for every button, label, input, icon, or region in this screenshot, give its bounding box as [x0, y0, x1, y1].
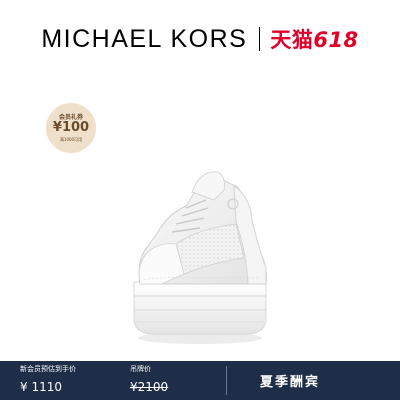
- member-price-value: ¥ 1110: [20, 380, 62, 394]
- tag-price-label: 吊牌价: [130, 365, 151, 373]
- sneaker-product-image[interactable]: [0, 0, 400, 360]
- price-divider: [226, 366, 227, 395]
- sole-platform: [133, 281, 267, 335]
- member-price-label: 新会员预估到手价: [20, 365, 76, 373]
- promo-label: 夏季酬宾: [260, 375, 321, 390]
- price-bar: 新会员预估到手价 ¥ 1110 吊牌价 ¥2100 夏季酬宾: [0, 361, 400, 400]
- tag-price-value: ¥2100: [130, 380, 169, 394]
